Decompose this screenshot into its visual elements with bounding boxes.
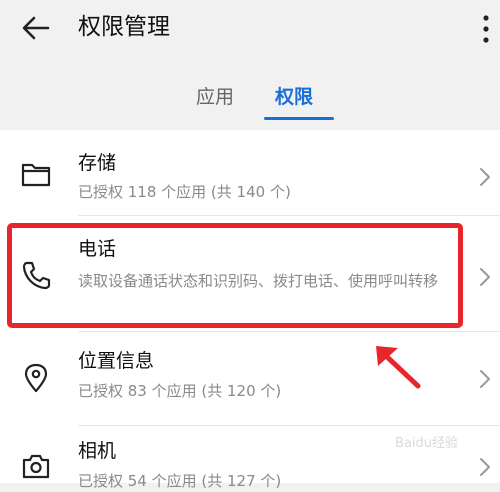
permission-name: 相机 bbox=[78, 440, 117, 462]
more-options-icon[interactable] bbox=[480, 14, 492, 44]
location-pin-icon bbox=[24, 363, 48, 393]
folder-icon bbox=[21, 163, 51, 187]
back-arrow-icon[interactable] bbox=[18, 10, 54, 46]
permission-desc: 已授权 54 个应用 (共 127 个) bbox=[78, 472, 282, 490]
permission-name: 存储 bbox=[78, 152, 117, 174]
chevron-right-icon bbox=[480, 268, 490, 286]
chevron-right-icon bbox=[480, 370, 490, 388]
chevron-right-icon bbox=[480, 168, 490, 186]
tab-apps[interactable]: 应用 bbox=[196, 80, 234, 114]
highlight-box bbox=[7, 223, 463, 328]
page-title: 权限管理 bbox=[78, 14, 170, 40]
app-header: 权限管理 应用 权限 bbox=[0, 0, 500, 130]
permission-desc: 已授权 118 个应用 (共 140 个) bbox=[78, 183, 291, 201]
tab-bar: 应用 权限 bbox=[0, 80, 500, 124]
tab-permissions[interactable]: 权限 bbox=[275, 80, 313, 114]
list-item-location[interactable]: 位置信息 已授权 83 个应用 (共 120 个) bbox=[0, 332, 500, 426]
camera-icon bbox=[22, 454, 50, 479]
list-item-storage[interactable]: 存储 已授权 118 个应用 (共 140 个) bbox=[0, 130, 500, 216]
annotation-arrow-icon bbox=[376, 346, 421, 389]
chevron-right-icon bbox=[480, 458, 490, 476]
tab-selected-indicator bbox=[264, 117, 334, 120]
watermark: Baidu经验 bbox=[395, 436, 458, 451]
permission-name: 位置信息 bbox=[78, 350, 155, 372]
